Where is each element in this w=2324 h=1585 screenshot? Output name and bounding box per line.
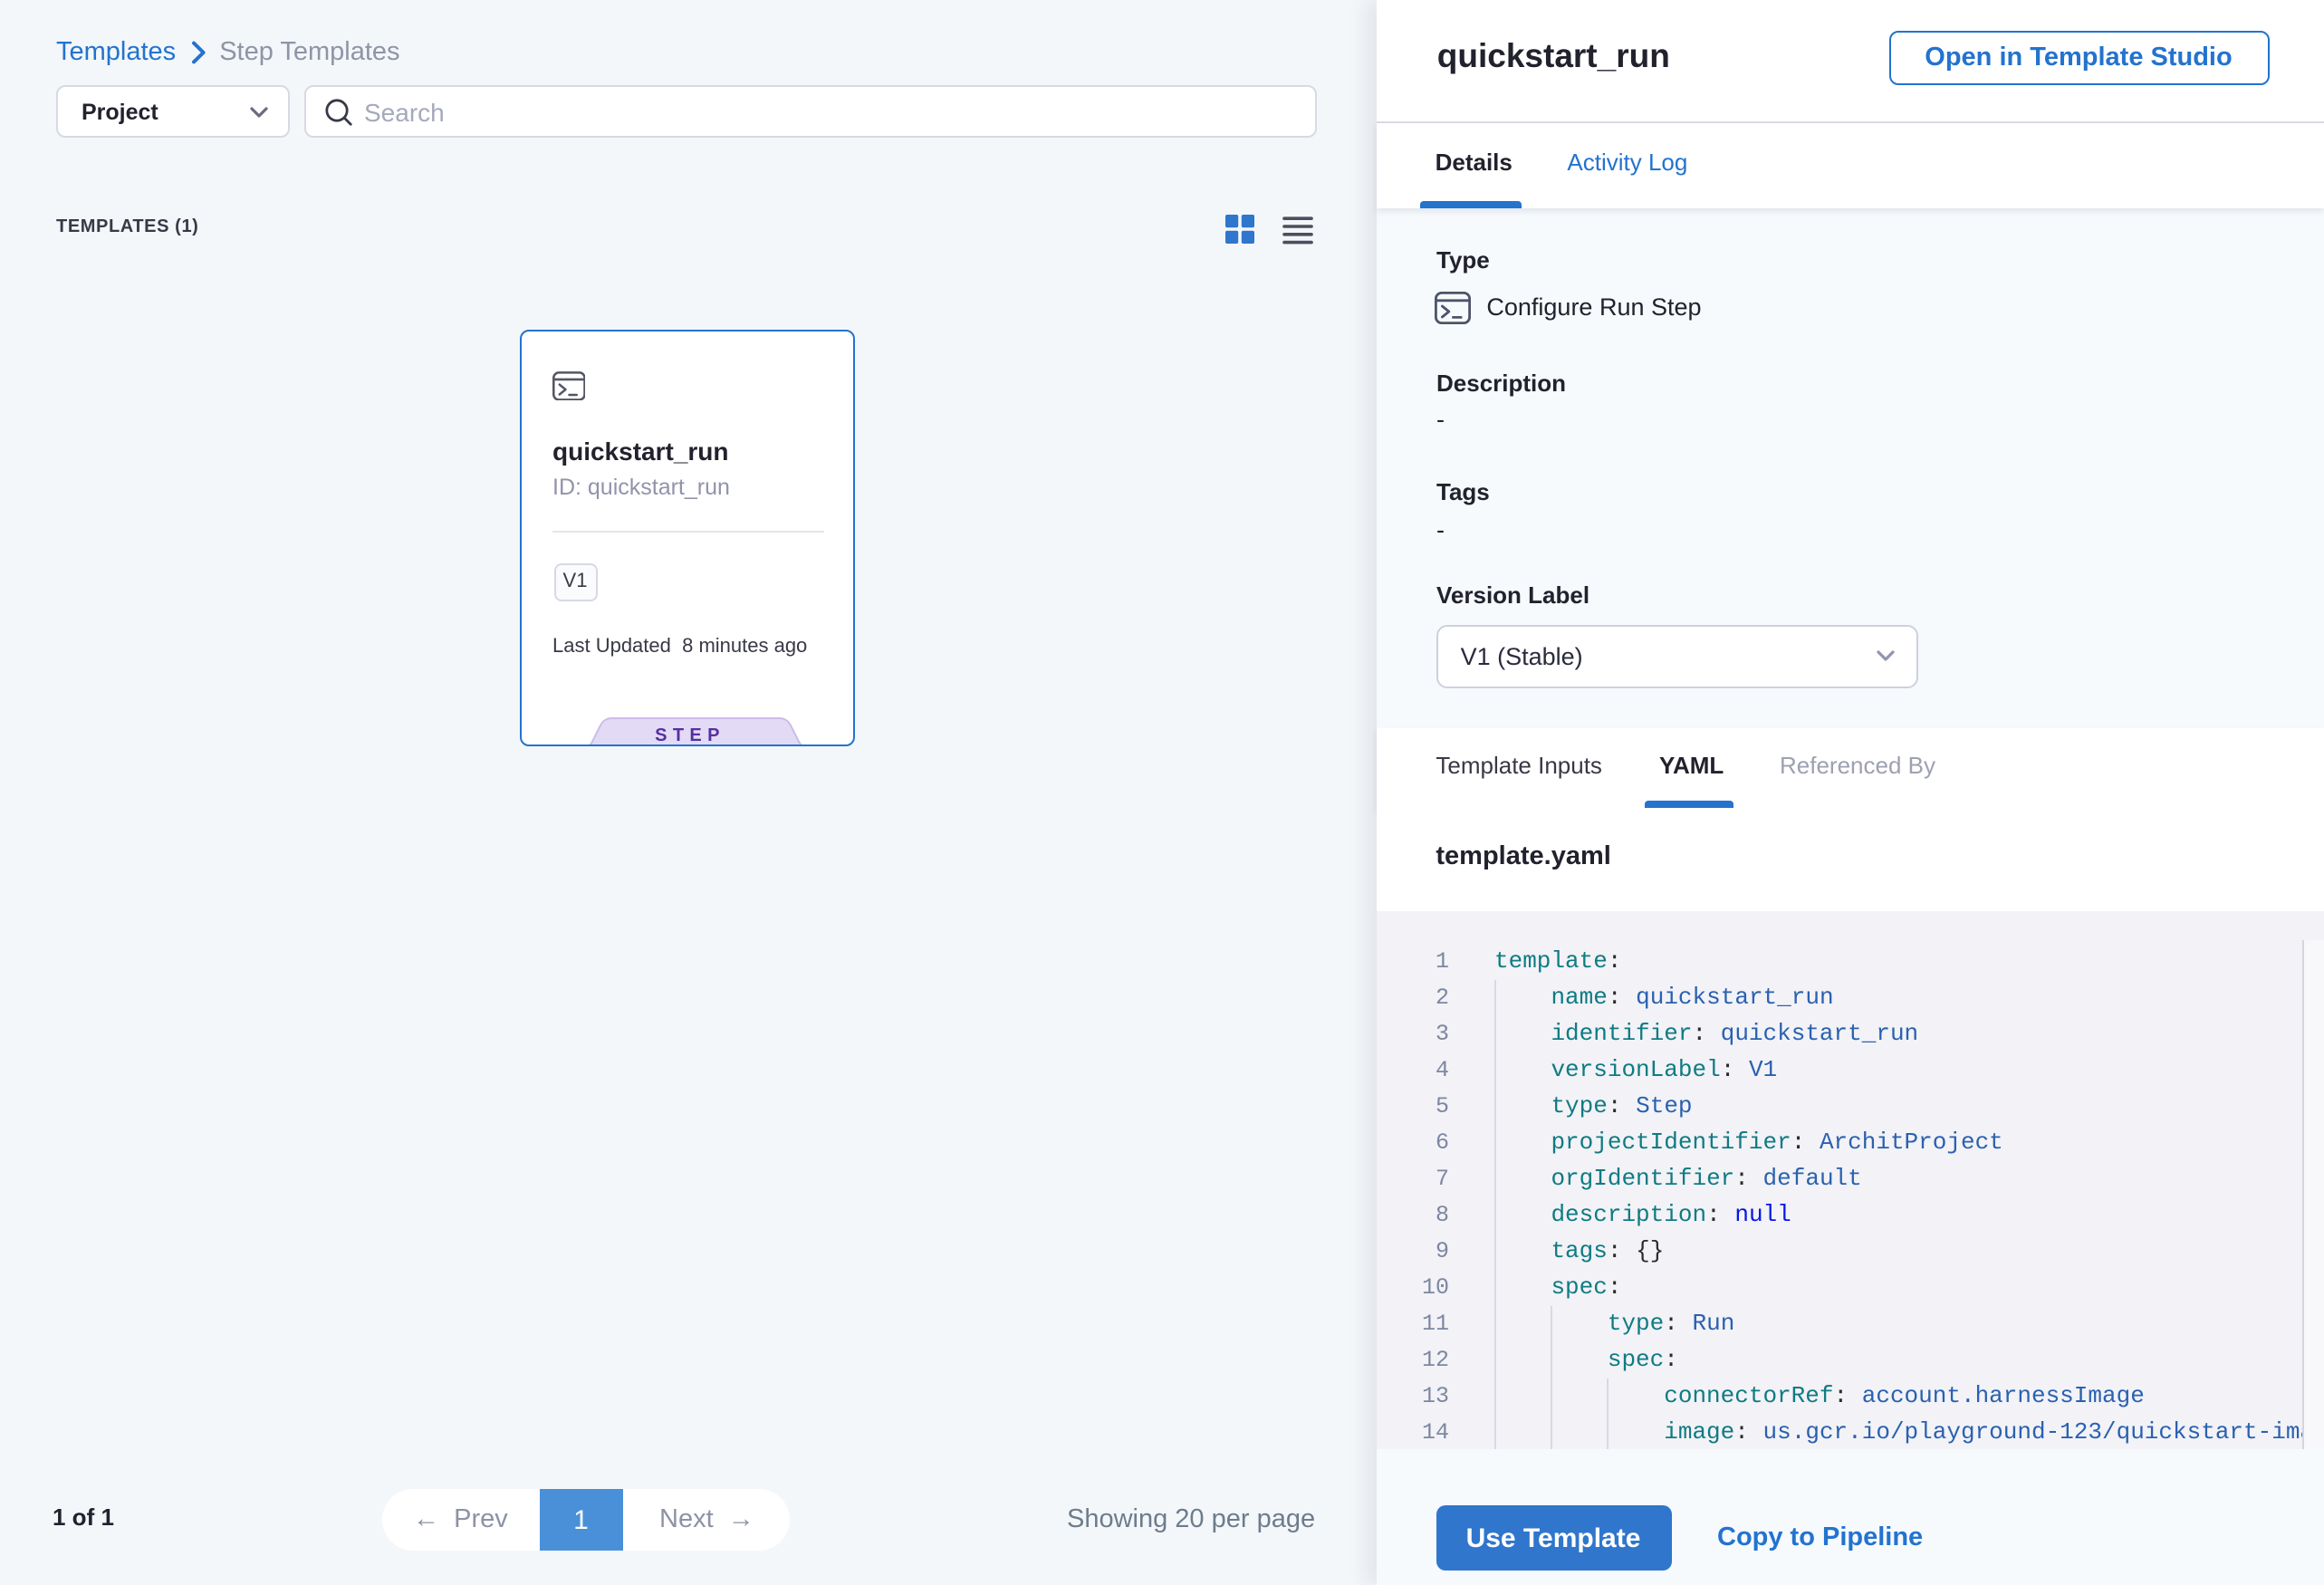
svg-text:STEP: STEP	[655, 725, 725, 744]
